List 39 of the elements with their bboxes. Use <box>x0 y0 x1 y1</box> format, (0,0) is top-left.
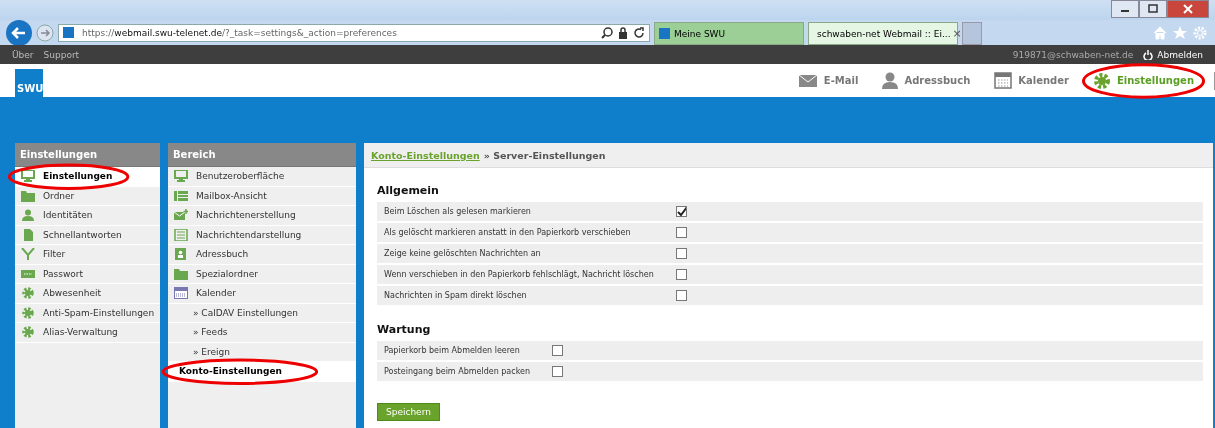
user-email: 919871@schwaben-net.de <box>1012 49 1134 60</box>
area-item[interactable]: Nachrichtenerstellung <box>168 206 356 226</box>
settings-section-item[interactable]: Filter <box>15 245 160 265</box>
nav-tab[interactable]: E-Mail <box>793 73 863 88</box>
panel-header: Einstellungen <box>15 143 160 167</box>
nav-tab[interactable]: Kalender <box>990 72 1073 89</box>
address-field[interactable]: https://webmail.swu-telenet.de/?_task=settings&_action=preferences <box>58 23 650 42</box>
top-link[interactable]: Support <box>43 49 80 60</box>
logo[interactable]: SWU <box>15 69 43 97</box>
area-item[interactable]: Adressbuch <box>168 245 356 265</box>
area-item[interactable]: » Feeds <box>168 323 356 343</box>
area-item[interactable]: Nachrichtendarstellung <box>168 225 356 245</box>
settings-section-item[interactable]: Schnellantworten <box>15 225 160 245</box>
area-item[interactable]: Benutzeroberfläche <box>168 167 356 187</box>
settings-section-item[interactable]: Anti-Spam-Einstellungen <box>15 303 160 323</box>
top-link[interactable]: Über <box>12 49 34 60</box>
settings-section-item[interactable]: Identitäten <box>15 206 160 226</box>
option-label: Papierkorb beim Abmelden leeren <box>384 346 520 355</box>
option-label: Wenn verschieben in den Papierkorb fehlschlägt, Nachricht löschen <box>384 270 654 279</box>
settings-section-item[interactable]: Passwort <box>15 264 160 284</box>
settings-section-item[interactable]: Ordner <box>15 186 160 206</box>
logout-link[interactable]: Abmelden <box>1143 49 1203 60</box>
option-label: Beim Löschen als gelesen markieren <box>384 207 531 216</box>
option-label: Posteingang beim Abmelden packen <box>384 367 530 376</box>
area-item[interactable]: » CalDAV Einstellungen <box>168 303 356 323</box>
section-title: Wartung <box>377 321 432 338</box>
option-label: Als gelöscht markieren anstatt in den Papierkorb verschieben <box>384 228 631 237</box>
option-label: Zeige keine gelöschten Nachrichten an <box>384 249 541 258</box>
section-title: Allgemein <box>377 182 440 199</box>
area-item[interactable]: Spezialordner <box>168 264 356 284</box>
settings-section-item[interactable]: Alias-Verwaltung <box>15 323 160 343</box>
area-item[interactable]: Mailbox-Ansicht <box>168 186 356 206</box>
settings-section-item[interactable]: Abwesenheit <box>15 284 160 304</box>
option-label: Nachrichten in Spam direkt löschen <box>384 291 527 300</box>
panel-header: Bereich <box>168 143 356 167</box>
nav-tab[interactable]: Adressbuch <box>878 72 975 89</box>
browser-tab[interactable]: Meine SWU <box>654 22 804 45</box>
area-item[interactable]: Kalender <box>168 284 356 304</box>
breadcrumb-current: » Server-Einstellungen <box>483 149 606 161</box>
